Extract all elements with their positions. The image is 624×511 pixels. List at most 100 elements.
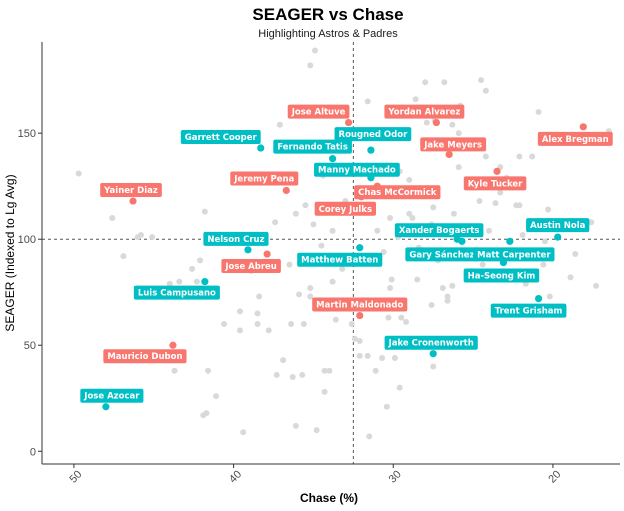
player-label-text: Trent Grisham <box>495 307 563 317</box>
background-point <box>497 189 504 196</box>
background-point <box>256 293 263 300</box>
background-point <box>529 153 536 160</box>
highlighted-point <box>506 237 514 245</box>
player-label: Matthew Batten <box>297 252 383 267</box>
background-point <box>289 374 296 381</box>
player-label: Xander Bogaerts <box>394 223 484 238</box>
background-point <box>541 238 548 245</box>
background-point <box>450 210 457 217</box>
background-point <box>414 276 421 283</box>
background-point <box>236 327 243 334</box>
background-point <box>516 153 523 160</box>
player-label: Yordan Alvarez <box>384 104 465 119</box>
background-point <box>385 314 392 321</box>
highlighted-point <box>554 233 562 241</box>
background-point <box>546 293 553 300</box>
player-label-text: Xander Bogaerts <box>399 226 480 236</box>
player-label-text: Jeremy Pena <box>233 174 294 184</box>
background-point <box>388 276 395 283</box>
player-label-text: Kyle Tucker <box>468 179 523 189</box>
background-point <box>286 261 293 268</box>
x-tick-label: 30 <box>387 468 404 485</box>
background-point <box>444 297 451 304</box>
player-label: Luis Campusano <box>133 285 220 300</box>
background-point <box>109 215 116 222</box>
background-point <box>366 433 373 440</box>
highlighted-point <box>579 123 587 131</box>
background-point <box>296 291 303 298</box>
background-point <box>171 367 178 374</box>
background-point <box>120 253 127 260</box>
background-point <box>403 318 410 325</box>
y-axis-title: SEAGER (Indexed to Lg Avg) <box>3 174 17 331</box>
background-point <box>288 321 295 328</box>
background-point <box>321 367 328 374</box>
player-label-text: Manny Machado <box>318 166 396 176</box>
player-label: Corey Julks <box>314 201 377 216</box>
x-tick-label: 40 <box>227 468 244 485</box>
background-point <box>137 231 144 238</box>
highlighted-point <box>367 146 375 154</box>
highlighted-point <box>201 278 209 286</box>
y-tick-label: 50 <box>24 340 36 352</box>
background-point <box>200 412 207 419</box>
highlighted-point <box>534 294 543 303</box>
background-point <box>492 200 499 207</box>
background-point <box>478 77 485 84</box>
background-point <box>406 176 413 183</box>
background-point <box>482 153 489 160</box>
player-label-text: Luis Campusano <box>138 289 216 299</box>
player-label: Jose Abreu <box>221 259 281 274</box>
background-point <box>374 227 381 234</box>
background-point <box>221 321 228 328</box>
background-point <box>300 321 307 328</box>
scatter-chart: SEAGER vs Chase Highlighting Astros & Pa… <box>3 5 620 505</box>
background-point <box>572 251 579 258</box>
player-labels: Juan SotoAlex BregmanYordan AlvarezJose … <box>80 104 613 403</box>
background-point <box>329 278 336 285</box>
background-point <box>312 47 319 54</box>
background-point <box>313 427 320 434</box>
background-point <box>482 87 489 94</box>
background-point <box>479 261 486 268</box>
highlighted-point <box>169 341 177 349</box>
player-label: Martin Maldonado <box>312 297 408 312</box>
player-label-text: Jake Meyers <box>423 140 482 150</box>
highlighted-point <box>328 155 337 163</box>
background-point <box>356 352 363 359</box>
highlighted-point <box>458 237 466 245</box>
chart-title: SEAGER vs Chase <box>252 5 403 24</box>
player-label-text: Nelson Cruz <box>207 235 264 245</box>
background-point <box>396 384 403 391</box>
background-point <box>449 282 456 289</box>
background-point <box>201 208 208 215</box>
background-point <box>545 206 552 213</box>
background-point <box>535 108 542 115</box>
player-label-text: Garrett Cooper <box>185 133 258 143</box>
background-point <box>273 371 280 378</box>
background-point <box>412 96 419 103</box>
highlighted-point <box>282 186 290 195</box>
player-label: Jose Altuve <box>287 104 350 119</box>
background-point <box>240 429 247 436</box>
background-point <box>310 221 317 228</box>
player-label-text: Corey Julks <box>319 205 372 215</box>
player-label-text: Mauricio Dubon <box>107 352 182 362</box>
background-point <box>519 231 526 238</box>
highlighted-point <box>102 403 110 411</box>
background-point <box>364 98 371 105</box>
background-point <box>75 170 82 177</box>
player-label: Mauricio Dubon <box>103 349 187 364</box>
background-point <box>321 388 328 395</box>
background-point <box>205 367 212 374</box>
player-label-text: Austin Nola <box>530 221 586 231</box>
background-point <box>276 121 283 128</box>
background-point <box>486 227 493 234</box>
highlighted-point <box>356 311 364 320</box>
background-point <box>318 242 325 249</box>
player-label: Austin Nola <box>526 218 590 233</box>
player-label-text: Jake Cronenworth <box>388 339 474 349</box>
player-label: Trent Grisham <box>490 303 567 318</box>
background-point <box>292 422 299 429</box>
background-point <box>476 198 483 205</box>
